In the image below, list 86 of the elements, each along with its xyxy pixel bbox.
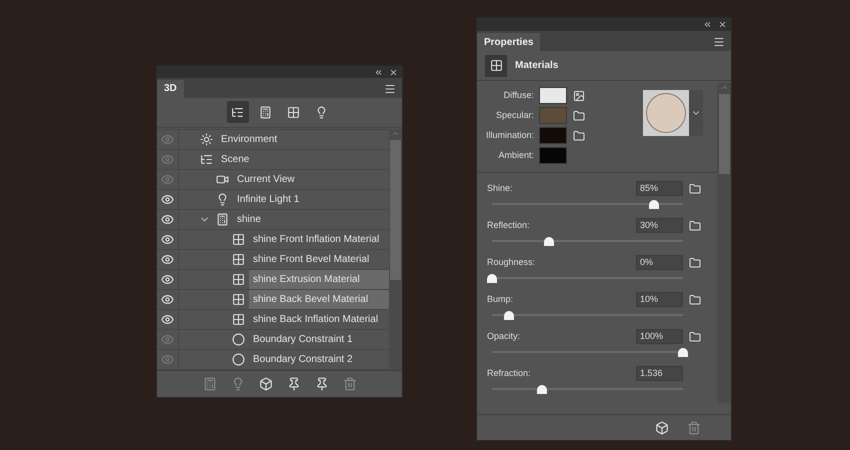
layer-item[interactable]: Infinite Light 1 bbox=[233, 190, 389, 210]
slider-label: Reflection: bbox=[487, 218, 531, 232]
value-field[interactable]: 30% bbox=[636, 218, 683, 233]
circle-icon bbox=[232, 353, 244, 366]
scrollbar[interactable] bbox=[389, 129, 402, 370]
layer-item[interactable]: shine bbox=[233, 210, 389, 230]
pin-icon bbox=[314, 377, 328, 392]
scrollbar[interactable] bbox=[717, 83, 731, 403]
slider-label: Bump: bbox=[487, 292, 514, 306]
lightbulb-icon bbox=[216, 193, 228, 206]
sphere-preview bbox=[643, 90, 689, 136]
trash-icon bbox=[342, 377, 356, 392]
color-swatch[interactable] bbox=[539, 107, 567, 124]
tree-icon bbox=[200, 153, 212, 166]
value-field[interactable]: 0% bbox=[636, 255, 683, 270]
circle-icon bbox=[232, 333, 244, 346]
lightbulb-icon bbox=[315, 106, 328, 119]
eye-icon[interactable] bbox=[161, 233, 174, 246]
folder-icon bbox=[689, 220, 701, 232]
slider-thumb[interactable] bbox=[487, 274, 497, 283]
folder-icon bbox=[573, 130, 585, 142]
swatch-label: Illumination: bbox=[484, 128, 535, 142]
eye-icon[interactable] bbox=[161, 313, 174, 326]
tool-button[interactable] bbox=[314, 377, 328, 392]
layer-item[interactable]: Boundary Constraint 2 bbox=[249, 350, 389, 370]
image-icon bbox=[573, 90, 585, 102]
value-field[interactable]: 100% bbox=[636, 329, 683, 344]
swatch-label: Ambient: bbox=[497, 148, 535, 162]
eye-icon[interactable] bbox=[161, 193, 174, 206]
cube-icon bbox=[655, 420, 669, 434]
cube-icon bbox=[258, 377, 272, 392]
section-title: Materials bbox=[515, 59, 558, 73]
slider-thumb[interactable] bbox=[544, 237, 554, 246]
value-field[interactable]: 1.536 bbox=[636, 366, 683, 381]
slider-label: Opacity: bbox=[487, 330, 522, 343]
layer-item[interactable]: Environment bbox=[217, 130, 389, 150]
layer-item[interactable]: Scene bbox=[217, 150, 389, 170]
tool-button[interactable] bbox=[286, 377, 300, 392]
folder-icon bbox=[689, 256, 701, 268]
sun-icon bbox=[200, 133, 212, 146]
slider-label: Shine: bbox=[487, 182, 514, 195]
slider-thumb[interactable] bbox=[536, 385, 547, 394]
collapse-icon[interactable] bbox=[374, 68, 383, 77]
close-icon[interactable] bbox=[718, 20, 727, 29]
swatch-label: Diffuse: bbox=[502, 88, 535, 102]
tool-button[interactable] bbox=[655, 420, 669, 434]
folder-icon bbox=[689, 182, 701, 194]
collapse-icon[interactable] bbox=[703, 20, 712, 29]
layer-item[interactable]: shine Front Bevel Material bbox=[249, 250, 389, 270]
slider-thumb[interactable] bbox=[504, 311, 514, 320]
value-field[interactable]: 85% bbox=[636, 181, 683, 196]
tool-button[interactable] bbox=[258, 377, 272, 392]
folder-icon bbox=[573, 110, 585, 122]
layer-item[interactable]: shine Extrusion Material bbox=[249, 270, 389, 290]
layer-item[interactable]: Current View bbox=[233, 170, 389, 190]
color-swatch[interactable] bbox=[539, 147, 567, 164]
color-swatch[interactable] bbox=[539, 87, 567, 104]
close-icon[interactable] bbox=[389, 68, 398, 77]
folder-icon bbox=[689, 330, 701, 342]
layer-item[interactable]: shine Back Inflation Material bbox=[249, 310, 389, 330]
layer-item[interactable]: shine Back Bevel Material bbox=[249, 290, 389, 310]
value-field[interactable]: 10% bbox=[636, 292, 683, 307]
filter-button[interactable] bbox=[226, 101, 248, 124]
slider-thumb[interactable] bbox=[678, 348, 688, 357]
slider-label: Refraction: bbox=[487, 366, 532, 380]
folder-icon bbox=[689, 294, 701, 306]
layer-item[interactable]: shine Front Inflation Material bbox=[249, 230, 389, 250]
color-swatch[interactable] bbox=[539, 127, 567, 144]
trash-icon bbox=[687, 420, 701, 434]
eye-icon[interactable] bbox=[161, 273, 174, 286]
tree-icon bbox=[231, 106, 244, 119]
menu-icon[interactable] bbox=[384, 82, 396, 95]
slider-thumb[interactable] bbox=[649, 200, 660, 209]
camera-icon bbox=[216, 173, 228, 186]
scroll-thumb[interactable] bbox=[718, 94, 730, 174]
slider-label: Roughness: bbox=[487, 256, 536, 269]
layer-item[interactable]: Boundary Constraint 1 bbox=[249, 330, 389, 350]
pin-icon bbox=[286, 377, 300, 392]
eye-icon[interactable] bbox=[161, 253, 174, 266]
swatch-label: Specular: bbox=[494, 108, 535, 122]
panel-tab[interactable]: 3D bbox=[157, 80, 184, 98]
eye-icon[interactable] bbox=[161, 293, 174, 306]
panel-tab[interactable]: Properties bbox=[477, 33, 540, 51]
scroll-thumb[interactable] bbox=[390, 140, 401, 280]
menu-icon[interactable] bbox=[713, 36, 725, 48]
eye-icon[interactable] bbox=[161, 213, 174, 226]
